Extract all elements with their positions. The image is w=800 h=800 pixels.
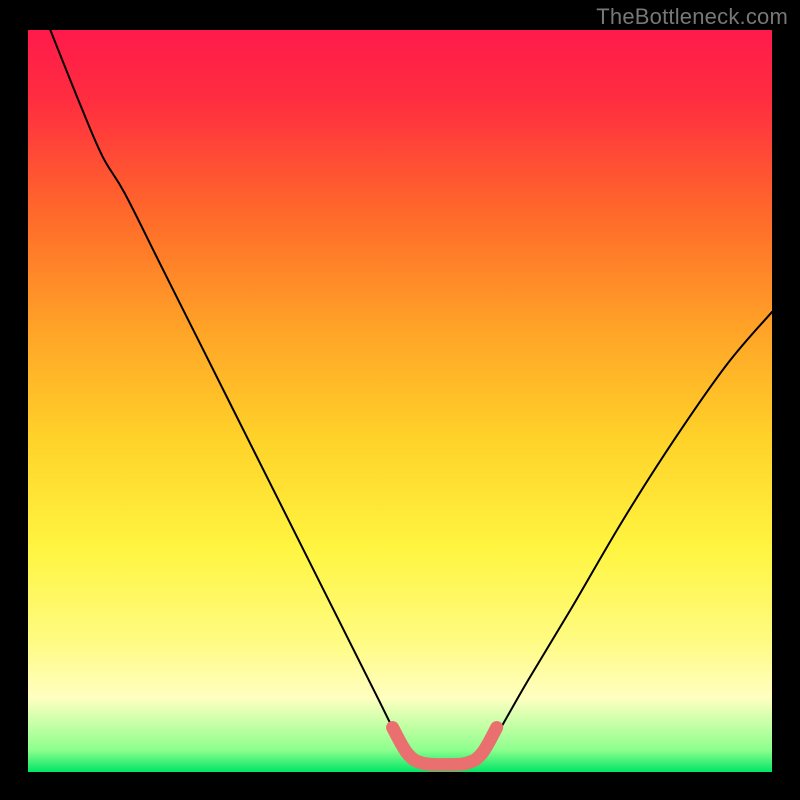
chart-frame: TheBottleneck.com xyxy=(0,0,800,800)
plot-background xyxy=(28,30,772,772)
watermark-text: TheBottleneck.com xyxy=(596,4,788,30)
bottleneck-chart xyxy=(0,0,800,800)
